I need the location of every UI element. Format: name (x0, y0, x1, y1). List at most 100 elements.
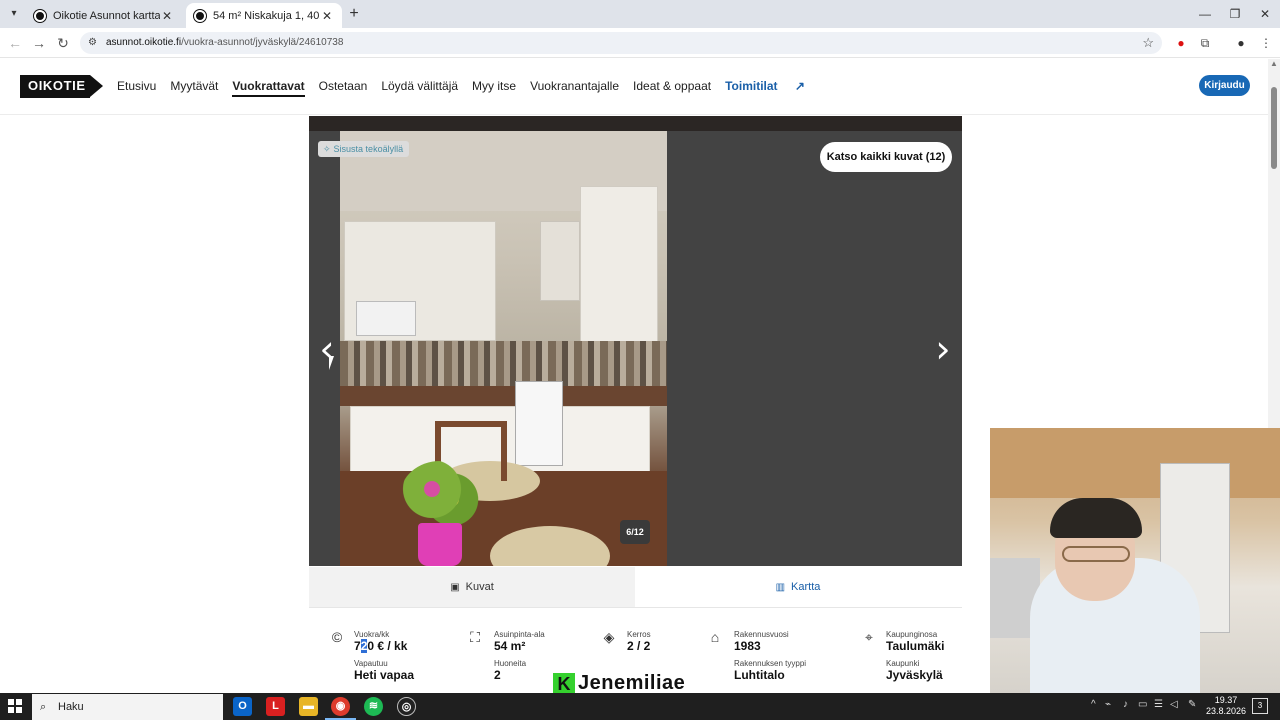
district-value: Taulumäki (886, 639, 945, 653)
chrome-icon[interactable]: ◉ (325, 697, 356, 720)
forward-arrow-icon[interactable]: → (30, 34, 48, 52)
building-type-value: Luhtitalo (734, 668, 785, 682)
back-arrow-icon[interactable]: ← (6, 34, 24, 52)
notification-center-icon[interactable]: 3 (1252, 698, 1268, 714)
window-close-icon[interactable]: ✕ (1250, 6, 1280, 22)
browser-tab-bar: ▾ Oikotie Asunnot kartta ✕ 54 m² Niskaku… (0, 0, 1280, 28)
building-type-label: Rakennuksen tyyppi (734, 659, 807, 668)
rent-value-post: 0 € / kk (367, 639, 408, 653)
file-explorer-icon[interactable]: ▬ (299, 697, 318, 716)
floor-plan-icon: ⛶ (470, 629, 480, 645)
nav-etusivu[interactable]: Etusivu (117, 79, 156, 97)
tray-pen-icon[interactable]: ✎ (1188, 699, 1196, 710)
tab-photos[interactable]: ▣ Kuvat (309, 567, 635, 607)
nav-vuokranantajalle[interactable]: Vuokranantajalle (530, 79, 619, 97)
opera-extension-icon[interactable]: ● (1173, 35, 1189, 51)
house-icon: ⌂ (710, 629, 720, 645)
nav-myy-itse[interactable]: Myy itse (472, 79, 516, 97)
tray-chevron-up-icon[interactable]: ^ (1091, 699, 1096, 710)
euro-icon: © (331, 629, 343, 645)
view-all-photos-button[interactable]: Katso kaikki kuvat (12) (820, 142, 952, 172)
floor-value: 2 / 2 (627, 639, 651, 653)
windows-taskbar: ⌕ Haku O L ▬ ◉ ≋ ◎ ^ ⌁ ♪ ▭ ☰ ◁ ✎ 19.37 2… (0, 693, 1280, 720)
nav-ostetaan[interactable]: Ostetaan (319, 79, 368, 97)
menu-kebab-icon[interactable]: ⋮ (1258, 35, 1274, 51)
site-info-icon[interactable]: ⚙ (88, 37, 100, 49)
outlook-icon[interactable]: O (233, 697, 252, 716)
tab-map[interactable]: ▥ Kartta (635, 567, 961, 607)
close-icon[interactable]: ✕ (160, 9, 174, 23)
chevron-right-icon[interactable]: › (929, 329, 957, 369)
area-label: Asuinpinta-ala (494, 630, 545, 639)
image-icon: ▣ (450, 582, 460, 593)
webcam-overlay (990, 428, 1280, 693)
nav-loyda-valittaja[interactable]: Löydä välittäjä (381, 79, 458, 97)
obs-icon[interactable]: ◎ (397, 697, 416, 716)
l-app-icon[interactable]: L (266, 697, 285, 716)
external-link-icon: ↗ (794, 79, 805, 93)
rent-value[interactable]: 720 € / kk (354, 639, 407, 653)
tray-network-icon[interactable]: ⌁ (1105, 699, 1111, 710)
nav-myytavat[interactable]: Myytävät (170, 79, 218, 97)
logo-text: OIKOTIE (28, 78, 86, 93)
gallery-top-strip (309, 116, 962, 131)
view-tabs: ▣ Kuvat ▥ Kartta (309, 567, 962, 608)
available-value: Heti vapaa (354, 668, 415, 682)
built-year-label: Rakennusvuosi (734, 630, 789, 639)
tab-search-icon[interactable]: ▾ (6, 6, 22, 22)
nav-ideat-oppaat[interactable]: Ideat & oppaat (633, 79, 711, 97)
photo-gallery[interactable] (309, 131, 962, 566)
tray-volume-icon[interactable]: ◁ (1170, 699, 1178, 710)
taskbar-search-placeholder: Haku (58, 701, 84, 713)
login-button[interactable]: Kirjaudu (1199, 75, 1250, 96)
watermark-text: Jenemiliae (578, 672, 686, 694)
oikotie-logo[interactable]: OIKOTIE (20, 75, 103, 98)
layers-icon: ◈ (603, 629, 615, 645)
browser-tab-map[interactable]: Oikotie Asunnot kartta ✕ (26, 3, 182, 28)
new-tab-button[interactable]: + (346, 6, 362, 22)
taskbar-clock[interactable]: 19.37 23.8.2026 (1205, 695, 1247, 717)
taskbar-search[interactable]: ⌕ Haku (32, 694, 223, 720)
ai-decorate-badge[interactable]: ✧ Sisusta tekoälyllä (318, 141, 410, 157)
clock-time: 19.37 (1214, 695, 1238, 705)
ai-badge-label: Sisusta tekoälyllä (333, 144, 404, 154)
nav-toimitilat[interactable]: Toimitilat ↗ (725, 79, 819, 97)
extensions-puzzle-icon[interactable]: ⧉ (1197, 35, 1213, 51)
scroll-up-icon[interactable]: ▲ (1270, 59, 1278, 68)
map-icon: ▥ (775, 582, 786, 593)
floor-label: Kerros (627, 630, 651, 639)
mouse-cursor-icon (329, 356, 334, 370)
url-host: asunnot.oikotie.fi (106, 37, 182, 48)
available-label: Vapautuu (354, 659, 388, 668)
tab-title: Oikotie Asunnot kartta (53, 9, 160, 22)
main-nav: Etusivu Myytävät Vuokrattavat Ostetaan L… (117, 79, 833, 97)
tray-display-icon[interactable]: ▭ (1138, 699, 1147, 710)
rent-label: Vuokra/kk (354, 630, 390, 639)
rooms-label: Huoneita (494, 659, 527, 668)
minimize-icon[interactable]: — (1190, 6, 1220, 22)
built-year-value: 1983 (734, 639, 761, 653)
clock-date: 23.8.2026 (1205, 706, 1247, 716)
restore-icon[interactable]: ❐ (1220, 6, 1250, 22)
photo-counter: 6/12 (620, 520, 650, 544)
tray-microphone-icon[interactable]: ♪ (1123, 699, 1128, 710)
spotify-icon[interactable]: ≋ (364, 697, 383, 716)
address-bar[interactable]: ⚙ asunnot.oikotie.fi/vuokra-asunnot/jyvä… (80, 32, 1162, 54)
close-icon[interactable]: ✕ (320, 9, 334, 23)
bookmark-star-icon[interactable]: ☆ (1142, 32, 1154, 54)
search-icon: ⌕ (40, 701, 47, 713)
area-value: 54 m² (494, 639, 526, 653)
browser-tab-listing[interactable]: 54 m² Niskakuja 1, 40200 Jyväskylä ✕ (186, 3, 342, 28)
nav-toimitilat-label: Toimitilat (725, 79, 778, 93)
chevron-left-icon[interactable]: ‹ (313, 329, 341, 369)
nav-vuokrattavat[interactable]: Vuokrattavat (232, 79, 305, 97)
profile-avatar[interactable]: ● (1233, 35, 1249, 51)
kick-logo-icon: K (553, 673, 575, 695)
reload-icon[interactable]: ↻ (54, 34, 72, 52)
windows-start-icon[interactable] (8, 699, 22, 713)
scroll-thumb[interactable] (1271, 87, 1277, 169)
location-pin-icon: ⌖ (865, 629, 873, 645)
tray-wifi-icon[interactable]: ☰ (1154, 699, 1163, 710)
tab-map-label: Kartta (791, 581, 821, 593)
oikotie-favicon-icon (194, 9, 206, 22)
